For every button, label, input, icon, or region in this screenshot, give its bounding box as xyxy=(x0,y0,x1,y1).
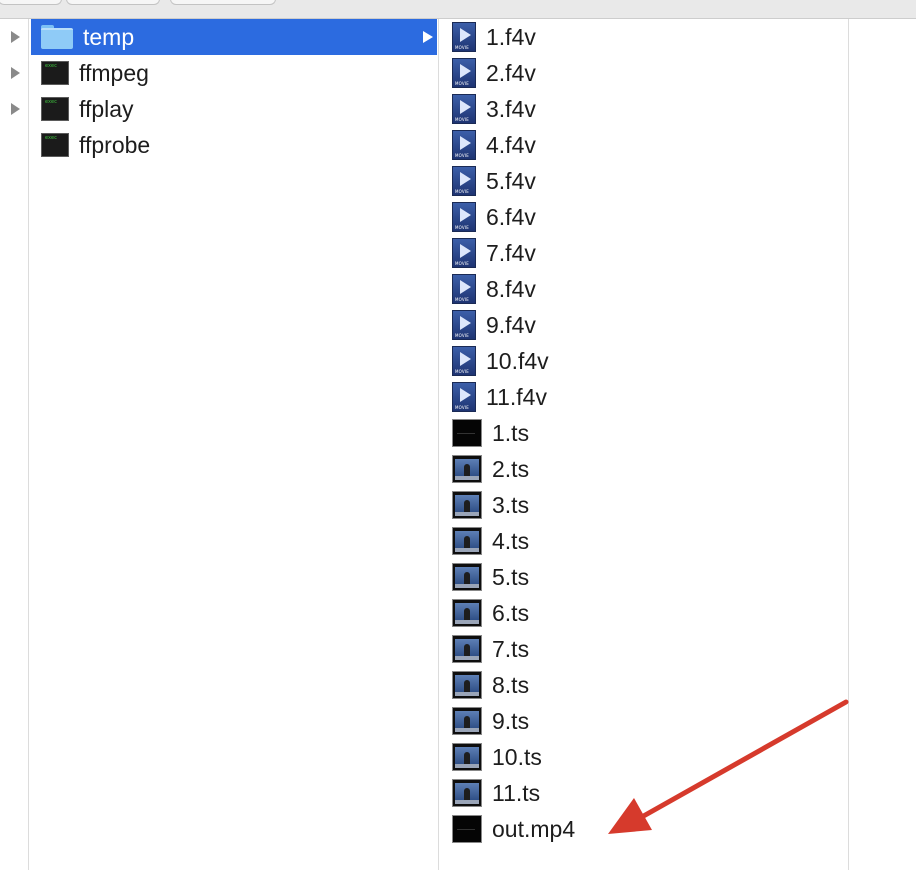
video-thumbnail-icon xyxy=(452,599,482,627)
column-item-ffmpeg[interactable]: exec ffmpeg xyxy=(31,55,437,91)
movie-file-icon: MOVIE xyxy=(452,238,476,268)
file-item[interactable]: 8.ts xyxy=(440,667,846,703)
video-thumbnail-icon xyxy=(452,743,482,771)
column-divider[interactable] xyxy=(848,19,849,870)
movie-file-icon: MOVIE xyxy=(452,310,476,340)
file-item[interactable]: 1.ts xyxy=(440,415,846,451)
file-item[interactable]: 2.ts xyxy=(440,451,846,487)
file-item[interactable]: MOVIE 9.f4v xyxy=(440,307,846,343)
file-item[interactable]: MOVIE 1.f4v xyxy=(440,19,846,55)
file-name: 9.f4v xyxy=(486,312,536,338)
disclosure-triangle-icon[interactable] xyxy=(11,103,20,115)
file-name: out.mp4 xyxy=(492,816,576,842)
disclosure-triangle-icon[interactable] xyxy=(11,67,20,79)
movie-file-icon: MOVIE xyxy=(452,346,476,376)
disclosure-triangle-icon[interactable] xyxy=(11,31,20,43)
file-name: 6.ts xyxy=(492,600,530,626)
file-name: 7.ts xyxy=(492,636,530,662)
video-thumbnail-icon xyxy=(452,455,482,483)
file-name: 1.ts xyxy=(492,420,530,446)
video-thumbnail-icon xyxy=(452,563,482,591)
toolbar-button[interactable] xyxy=(0,0,62,5)
column-item-temp[interactable]: temp xyxy=(31,19,437,55)
movie-file-icon: MOVIE xyxy=(452,274,476,304)
file-item[interactable]: MOVIE 2.f4v xyxy=(440,55,846,91)
file-name: 8.ts xyxy=(492,672,530,698)
column-divider[interactable] xyxy=(28,19,29,870)
file-item[interactable]: 4.ts xyxy=(440,523,846,559)
file-item[interactable]: 6.ts xyxy=(440,595,846,631)
movie-file-icon: MOVIE xyxy=(452,166,476,196)
file-item[interactable]: 10.ts xyxy=(440,739,846,775)
file-name: 3.f4v xyxy=(486,96,536,122)
movie-file-icon: MOVIE xyxy=(452,382,476,412)
video-thumbnail-icon xyxy=(452,635,482,663)
column-item-ffplay[interactable]: exec ffplay xyxy=(31,91,437,127)
toolbar-button[interactable] xyxy=(170,0,276,5)
file-name: 7.f4v xyxy=(486,240,536,266)
movie-file-icon: MOVIE xyxy=(452,94,476,124)
movie-file-icon: MOVIE xyxy=(452,130,476,160)
file-name: 2.f4v xyxy=(486,60,536,86)
file-name: 9.ts xyxy=(492,708,530,734)
file-item[interactable]: 7.ts xyxy=(440,631,846,667)
file-item[interactable]: MOVIE 10.f4v xyxy=(440,343,846,379)
file-item[interactable]: MOVIE 8.f4v xyxy=(440,271,846,307)
terminal-exec-icon: exec xyxy=(41,61,69,85)
item-label: ffplay xyxy=(79,96,134,122)
column-item-ffprobe[interactable]: exec ffprobe xyxy=(31,127,437,163)
video-thumbnail-icon xyxy=(452,671,482,699)
toolbar xyxy=(0,0,916,19)
file-name: 3.ts xyxy=(492,492,530,518)
file-item[interactable]: MOVIE 3.f4v xyxy=(440,91,846,127)
file-item[interactable]: 3.ts xyxy=(440,487,846,523)
file-item[interactable]: MOVIE 7.f4v xyxy=(440,235,846,271)
file-item[interactable]: 11.ts xyxy=(440,775,846,811)
video-thumbnail-icon xyxy=(452,779,482,807)
video-thumbnail-dark-icon xyxy=(452,419,482,447)
video-thumbnail-icon xyxy=(452,527,482,555)
file-name: 1.f4v xyxy=(486,24,536,50)
video-thumbnail-icon xyxy=(452,491,482,519)
item-label: temp xyxy=(83,24,135,50)
file-name: 5.ts xyxy=(492,564,530,590)
video-thumbnail-dark-icon xyxy=(452,815,482,843)
file-name: 11.f4v xyxy=(486,384,547,410)
file-item[interactable]: 9.ts xyxy=(440,703,846,739)
file-item[interactable]: MOVIE 11.f4v xyxy=(440,379,846,415)
terminal-exec-icon: exec xyxy=(41,97,69,121)
movie-file-icon: MOVIE xyxy=(452,58,476,88)
file-item[interactable]: MOVIE 5.f4v xyxy=(440,163,846,199)
file-name: 10.f4v xyxy=(486,348,549,374)
movie-file-icon: MOVIE xyxy=(452,22,476,52)
file-name: 2.ts xyxy=(492,456,530,482)
file-name: 8.f4v xyxy=(486,276,536,302)
file-item[interactable]: MOVIE 6.f4v xyxy=(440,199,846,235)
item-label: ffmpeg xyxy=(79,60,149,86)
file-name: 10.ts xyxy=(492,744,542,770)
column-divider[interactable] xyxy=(438,19,439,870)
video-thumbnail-icon xyxy=(452,707,482,735)
file-name: 4.f4v xyxy=(486,132,536,158)
file-name: 4.ts xyxy=(492,528,530,554)
terminal-exec-icon: exec xyxy=(41,133,69,157)
file-name: 11.ts xyxy=(492,780,541,806)
movie-file-icon: MOVIE xyxy=(452,202,476,232)
item-label: ffprobe xyxy=(79,132,151,158)
file-name: 5.f4v xyxy=(486,168,536,194)
file-item[interactable]: 5.ts xyxy=(440,559,846,595)
chevron-right-icon xyxy=(423,31,433,43)
file-item[interactable]: out.mp4 xyxy=(440,811,846,847)
file-name: 6.f4v xyxy=(486,204,536,230)
file-item[interactable]: MOVIE 4.f4v xyxy=(440,127,846,163)
toolbar-button[interactable] xyxy=(66,0,160,5)
folder-icon xyxy=(41,25,73,49)
